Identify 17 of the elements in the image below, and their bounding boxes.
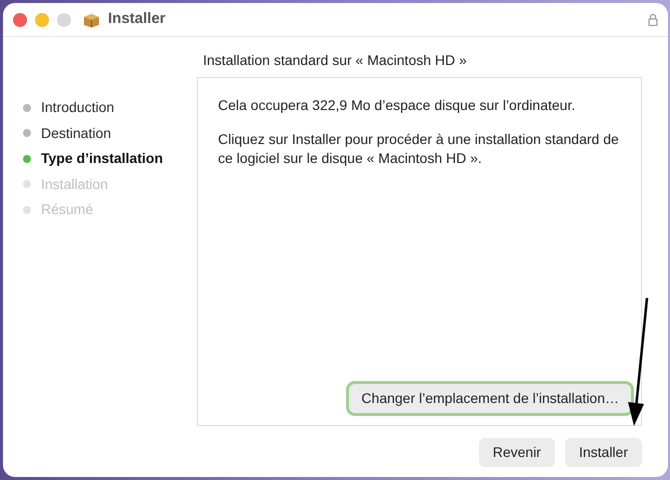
body-text: Cliquez sur Installer pour procéder à une installation standard de ce logiciel sur le disque « Macintosh HD ». <box>218 130 620 168</box>
window-title: Installer <box>108 9 166 30</box>
install-button[interactable]: Installer <box>564 438 642 467</box>
package-icon <box>83 12 100 28</box>
close-button[interactable] <box>13 12 27 26</box>
change-location-button[interactable]: Changer l’emplacement de l’installation… <box>349 384 631 413</box>
zoom-button[interactable] <box>57 12 71 26</box>
body-text: Cela occupera 322,9 Mo d’espace disque sur l’ordinateur. <box>218 96 576 115</box>
section-heading: Installation standard sur « Macintosh HD » <box>202 51 468 70</box>
lock-icon <box>648 13 658 26</box>
step-label: Introduction <box>41 98 114 118</box>
back-button[interactable]: Revenir <box>478 438 555 467</box>
step-label: Installation <box>41 174 108 194</box>
step-label: Type d’installation <box>41 149 163 168</box>
minimize-button[interactable] <box>35 12 49 26</box>
step-label: Résumé <box>41 200 94 220</box>
step-label: Destination <box>41 124 112 143</box>
